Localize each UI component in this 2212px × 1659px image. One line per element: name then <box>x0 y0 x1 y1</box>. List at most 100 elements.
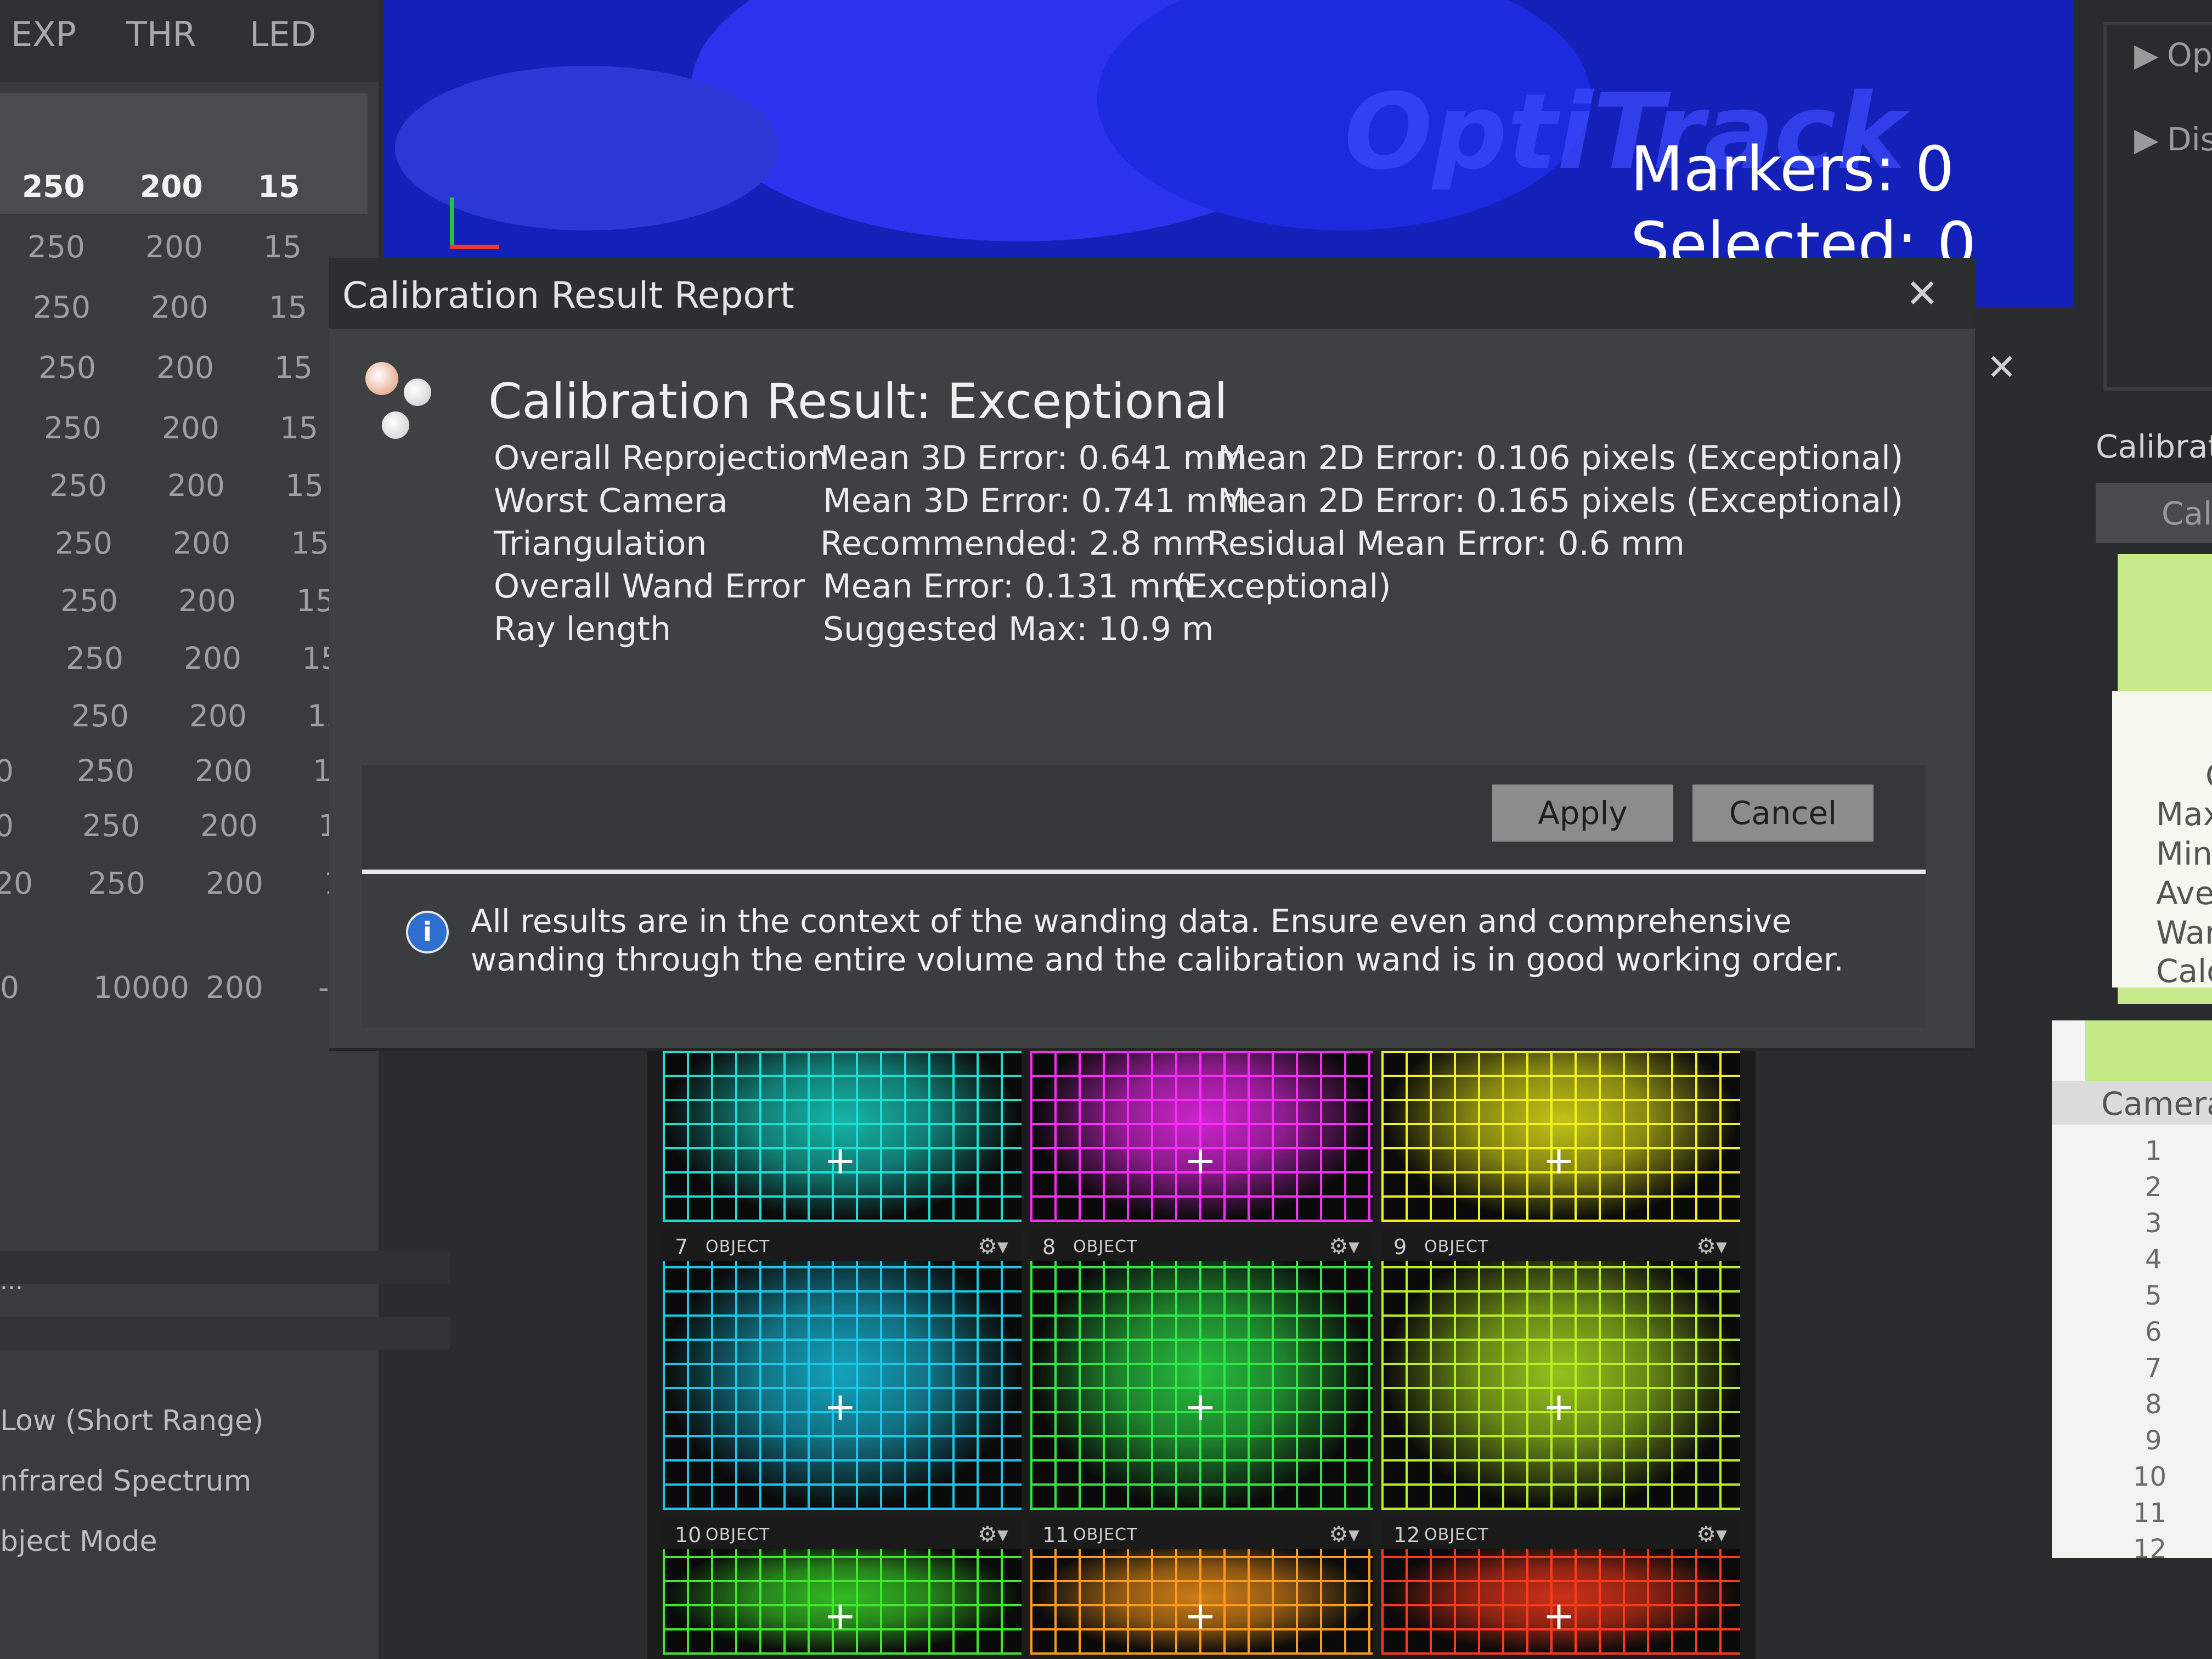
range-property[interactable]: Low (Short Range) <box>0 1404 263 1437</box>
stat-label: Calc <box>2156 952 2212 990</box>
calculate-button[interactable]: Calc <box>2096 483 2212 543</box>
camera-table-row[interactable]: 2025020015 <box>0 856 379 913</box>
ball <box>404 379 431 406</box>
result-col1: Mean 3D Error: 0.641 mm <box>820 439 1248 477</box>
calculate-button-label: Calc <box>2162 495 2212 532</box>
camera-table-row[interactable]: 250 200 15 <box>0 219 379 276</box>
stat-label: Mini <box>2156 835 2212 872</box>
stat-label: C <box>2205 757 2212 794</box>
spectrum-property[interactable]: nfrared Spectrum <box>0 1465 251 1498</box>
expand-arrow-icon[interactable]: ▶ <box>2134 121 2159 158</box>
ball <box>382 411 409 439</box>
camera-view[interactable]: 7 OBJECT ⚙▾ + <box>658 1226 1026 1514</box>
gear-icon[interactable]: ⚙▾ <box>978 1234 1008 1259</box>
camera-list-item[interactable]: 4 <box>2145 1244 2162 1275</box>
camera-list-item[interactable]: 5 <box>2145 1280 2162 1311</box>
camera-list-item[interactable]: 1 <box>2145 1136 2162 1166</box>
camera-list: Camera 123456789101112 <box>2052 1020 2212 1565</box>
result-row: Worst Camera Mean 3D Error: 0.741 mm Mean … <box>494 482 1920 520</box>
section-divider <box>0 1251 450 1284</box>
camera-table-row[interactable]: 250 200 15 <box>0 458 379 515</box>
camera-number: 11 <box>1042 1523 1069 1547</box>
camera-list-item[interactable]: 10 <box>2133 1462 2166 1492</box>
row-exp: 250 <box>66 641 123 676</box>
gear-icon[interactable]: ⚙▾ <box>1329 1522 1359 1547</box>
gear-icon[interactable]: ⚙▾ <box>1696 1522 1727 1547</box>
crosshair-icon: + <box>1543 1593 1575 1639</box>
summary-row[interactable]: 0 10000 200 - - <box>0 960 379 1017</box>
camera-list-item[interactable]: 6 <box>2145 1317 2162 1347</box>
result-col1: Recommended: 2.8 mm <box>820 524 1216 563</box>
close-icon[interactable]: ✕ <box>1903 270 1942 317</box>
camera-table-row[interactable]: 250 200 15 <box>0 340 379 397</box>
calibration-result-icon <box>365 362 431 439</box>
camera-view[interactable]: 8 OBJECT ⚙▾ + <box>1026 1226 1377 1514</box>
stat-label: Ave <box>2156 874 2212 912</box>
gear-icon[interactable]: ⚙▾ <box>978 1522 1008 1547</box>
gear-icon[interactable]: ⚙▾ <box>1329 1234 1359 1259</box>
camera-list-item[interactable]: 8 <box>2145 1389 2162 1420</box>
camera-table-row[interactable]: 250 200 15 <box>0 159 379 216</box>
camera-list-item[interactable]: 3 <box>2145 1208 2162 1239</box>
summary-thr: 200 <box>206 970 263 1005</box>
camera-table-header: EXP THR LED <box>0 0 379 82</box>
header-exp[interactable]: EXP <box>11 14 76 54</box>
camera-view-header: 8 OBJECT ⚙▾ <box>1030 1231 1373 1261</box>
mode-property[interactable]: bject Mode <box>0 1525 157 1558</box>
camera-view[interactable]: 11 OBJECT ⚙▾ + <box>1026 1514 1377 1659</box>
header-led[interactable]: LED <box>250 14 316 54</box>
result-label: Overall Reprojection <box>494 439 828 477</box>
camera-wand-coverage <box>663 1036 1022 1222</box>
result-row: Triangulation Recommended: 2.8 mm Residual… <box>494 524 1920 563</box>
camera-view[interactable]: 12 OBJECT ⚙▾ + <box>1377 1514 1745 1659</box>
row-exp: 250 <box>60 583 118 618</box>
camera-table-row[interactable]: 025020015 <box>0 798 379 855</box>
row-prefix: 0 <box>0 753 14 788</box>
camera-list-item[interactable]: 11 <box>2133 1498 2166 1528</box>
camera-table-row[interactable]: 250 200 15 <box>0 280 379 337</box>
cancel-button[interactable]: Cancel <box>1692 785 1874 842</box>
calibration-result-heading: Calibration Result: Exceptional <box>488 373 1228 430</box>
result-col1: Suggested Max: 10.9 m <box>823 610 1214 648</box>
result-row: Overall Wand Error Mean Error: 0.131 mm (E… <box>494 567 1920 606</box>
camera-view[interactable]: + <box>1377 1031 1745 1226</box>
row-exp: 250 <box>71 698 129 733</box>
gear-icon[interactable]: ⚙▾ <box>1696 1234 1727 1259</box>
camera-list-item[interactable]: 9 <box>2145 1425 2162 1456</box>
header-thr[interactable]: THR <box>126 14 196 54</box>
camera-table-row[interactable]: 250 200 15 <box>0 631 379 688</box>
camera-number: 9 <box>1393 1235 1407 1259</box>
camera-view[interactable]: 10 OBJECT ⚙▾ + <box>658 1514 1026 1659</box>
camera-list-item[interactable]: 7 <box>2145 1353 2162 1384</box>
display-item[interactable]: Dis <box>2167 121 2212 158</box>
camera-view[interactable]: + <box>658 1031 1026 1226</box>
row-thr: 200 <box>145 229 203 264</box>
row-thr: 200 <box>167 468 225 503</box>
row-led: 15 <box>269 290 307 325</box>
camera-view[interactable]: 9 OBJECT ⚙▾ + <box>1377 1226 1745 1514</box>
apply-button[interactable]: Apply <box>1492 785 1673 842</box>
expand-arrow-icon[interactable]: ▶ <box>2134 36 2159 74</box>
markers-count: Markers: 0 <box>1630 134 1954 205</box>
camera-mode-label: OBJECT <box>706 1237 770 1256</box>
result-label: Ray length <box>494 610 671 648</box>
camera-table-row[interactable]: 250 200 15 <box>0 689 379 746</box>
camera-table-row[interactable]: 025020015 <box>0 743 379 800</box>
row-exp: 250 <box>44 410 101 445</box>
camera-table-row[interactable]: 250 200 15 <box>0 516 379 573</box>
result-row: Overall Reprojection Mean 3D Error: 0.641… <box>494 439 1920 477</box>
camera-table-row[interactable]: 250 200 15 <box>0 573 379 630</box>
row-thr: 200 <box>162 410 219 445</box>
row-exp: 250 <box>82 808 140 843</box>
camera-list-item[interactable]: 12 <box>2133 1534 2166 1565</box>
more-ellipsis[interactable]: ... <box>0 1267 23 1295</box>
close-icon[interactable]: ✕ <box>1983 346 2020 389</box>
crosshair-icon: + <box>1184 1593 1217 1639</box>
options-item[interactable]: Op <box>2167 36 2212 74</box>
camera-list-header[interactable]: Camera <box>2052 1081 2212 1125</box>
camera-table-row[interactable]: 250 200 15 <box>0 400 379 458</box>
camera-view[interactable]: + <box>1026 1031 1377 1226</box>
camera-list-item[interactable]: 2 <box>2145 1172 2162 1203</box>
options-group <box>2103 22 2212 391</box>
row-exp: 250 <box>27 229 85 264</box>
